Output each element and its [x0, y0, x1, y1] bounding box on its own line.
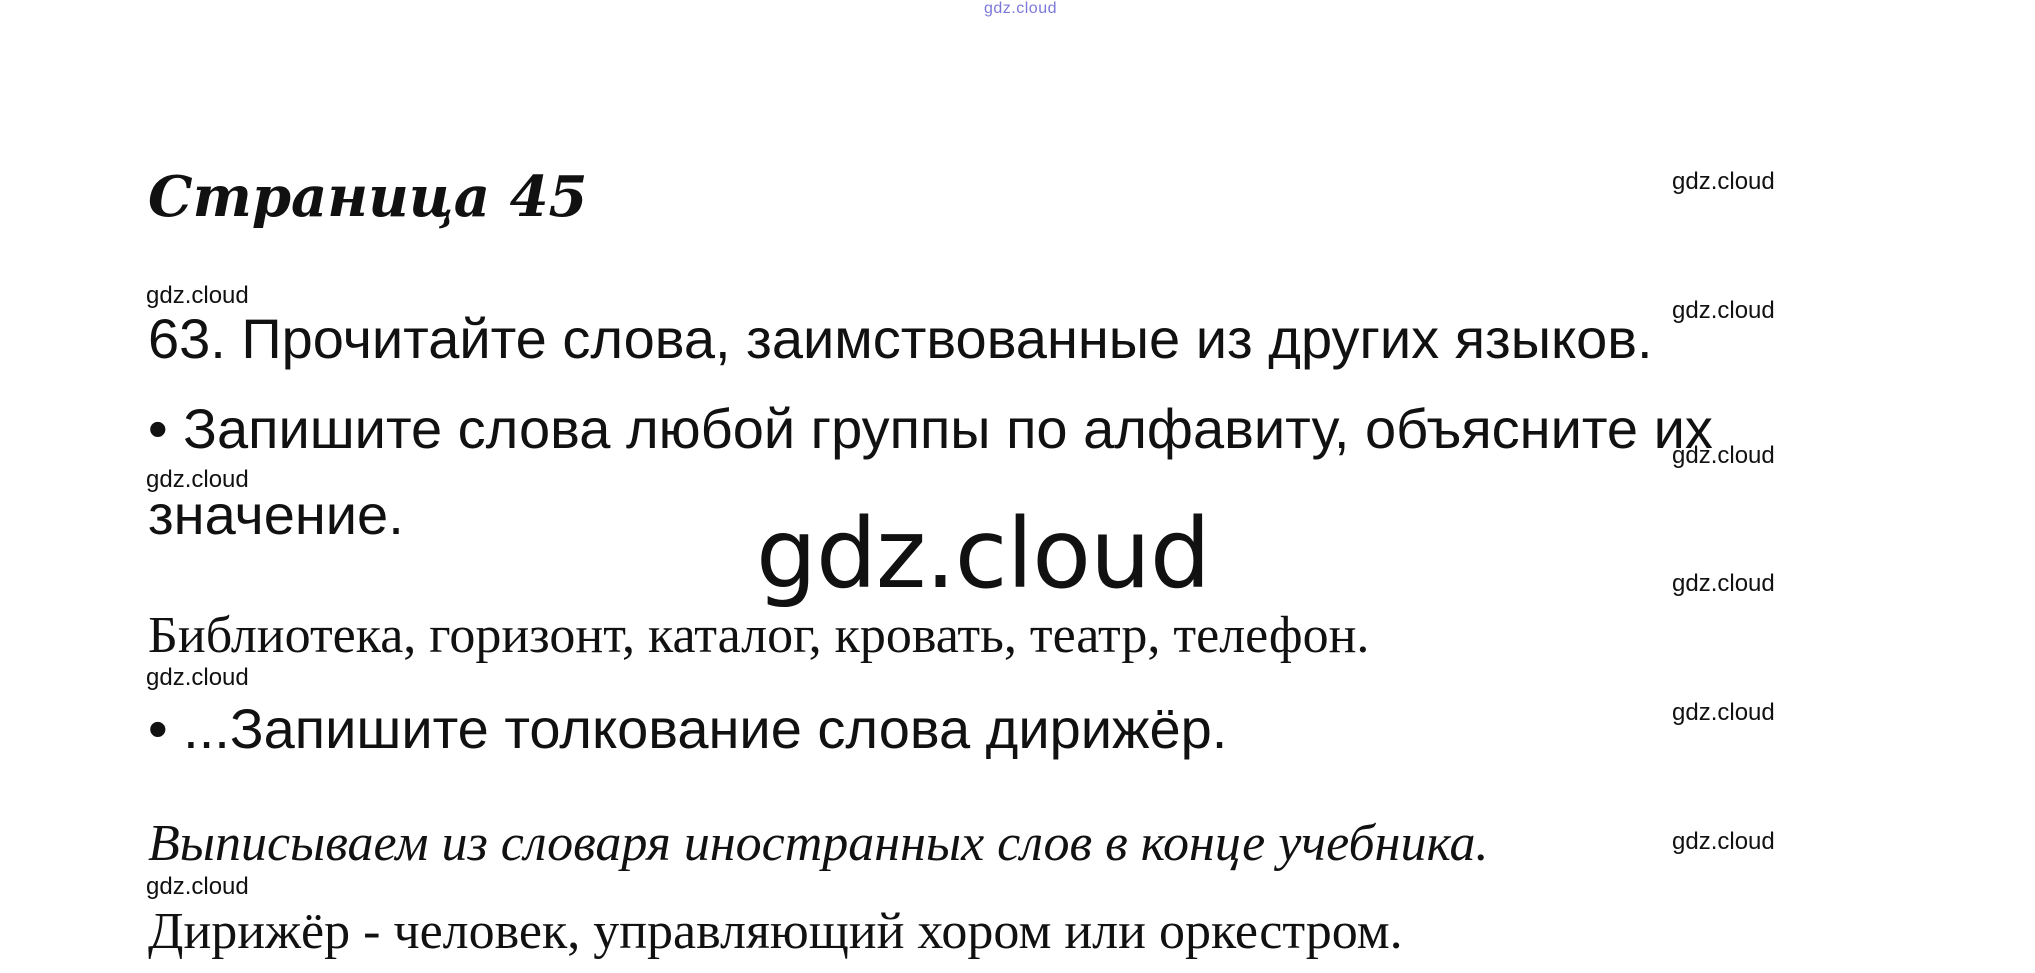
watermark-small: gdz.cloud — [1672, 297, 1775, 324]
task-heading: 63. Прочитайте слова, заимствованные из … — [148, 307, 1653, 370]
watermark-small: gdz.cloud — [1672, 168, 1775, 195]
page-title: Страница 45 — [148, 164, 588, 230]
watermark-small: gdz.cloud — [146, 664, 249, 691]
watermark-small: gdz.cloud — [1672, 699, 1775, 726]
watermark-small: gdz.cloud — [1672, 828, 1775, 855]
watermark-small: gdz.cloud — [1672, 570, 1775, 597]
task-second-instruction: • ...Запишите толкование слова дирижёр. — [148, 697, 1228, 760]
answer-note: Выписываем из словаря иностранных слов в… — [148, 815, 1489, 872]
task-instruction: • Запишите слова любой группы по алфавит… — [148, 397, 1713, 460]
watermark-small: gdz.cloud — [146, 873, 249, 900]
watermark-small: gdz.cloud — [1672, 442, 1775, 469]
word-list: Библиотека, горизонт, каталог, кровать, … — [148, 607, 1370, 664]
watermark-top: gdz.cloud — [984, 0, 1057, 17]
task-instruction-continued: значение. — [148, 483, 404, 546]
answer-definition: Дирижёр - человек, управляющий хором или… — [148, 903, 1403, 960]
watermark-large: gdz.cloud — [756, 498, 1211, 610]
